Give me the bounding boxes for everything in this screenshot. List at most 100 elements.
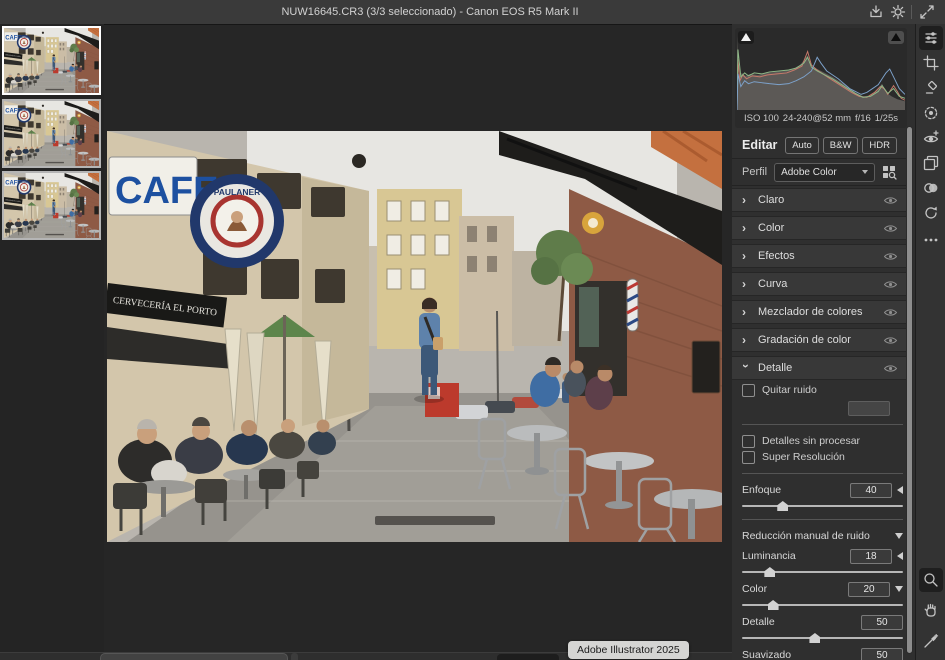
super-resolution-checkbox[interactable] bbox=[742, 451, 755, 464]
raw-details-checkbox[interactable] bbox=[742, 435, 755, 448]
denoise-label: Quitar ruido bbox=[762, 384, 817, 396]
section-label: Color bbox=[758, 222, 876, 234]
histogram: ISO 100 24-240@52 mm f/16 1/25s bbox=[735, 28, 907, 128]
exif-shutter: 1/25s bbox=[875, 113, 898, 124]
dock-item[interactable] bbox=[497, 654, 559, 660]
luminance-value[interactable]: 18 bbox=[850, 549, 892, 564]
detail-nr-row: Detalle 50 bbox=[742, 614, 903, 630]
eye-icon[interactable] bbox=[884, 280, 897, 289]
section-mezclador[interactable]: › Mezclador de colores bbox=[732, 300, 907, 324]
fullscreen-icon[interactable] bbox=[919, 4, 935, 20]
profile-select[interactable]: Adobe Color bbox=[774, 163, 875, 182]
sharpen-row: Enfoque 40 bbox=[742, 482, 903, 498]
super-resolution-row: Super Resolución bbox=[742, 449, 903, 465]
eye-icon[interactable] bbox=[884, 252, 897, 261]
profile-row: Perfil Adobe Color bbox=[732, 159, 907, 186]
eye-icon[interactable] bbox=[884, 308, 897, 317]
slider-track[interactable] bbox=[742, 637, 903, 639]
section-label: Efectos bbox=[758, 250, 876, 262]
red-eye-icon[interactable] bbox=[923, 130, 939, 146]
color-nr-slider[interactable] bbox=[742, 599, 903, 610]
slider-track[interactable] bbox=[742, 604, 903, 606]
exif-lens: 24-240@52 mm bbox=[783, 113, 851, 124]
dock-item[interactable] bbox=[291, 653, 298, 660]
panel-scrollbar[interactable] bbox=[906, 126, 913, 654]
luminance-label: Luminancia bbox=[742, 550, 845, 562]
titlebar-divider bbox=[911, 5, 912, 19]
thumbnail-2[interactable] bbox=[2, 99, 101, 168]
section-label: Gradación de color bbox=[758, 334, 876, 346]
section-color[interactable]: › Color bbox=[732, 216, 907, 240]
heal-icon[interactable] bbox=[923, 80, 939, 96]
presets-icon[interactable] bbox=[923, 155, 939, 171]
collapse-left-icon[interactable] bbox=[897, 486, 903, 494]
slider-track[interactable] bbox=[742, 505, 903, 507]
zoom-tool-icon[interactable] bbox=[923, 572, 939, 588]
chevron-down-icon bbox=[862, 170, 868, 174]
sharpen-label: Enfoque bbox=[742, 484, 845, 496]
smoothness-value[interactable]: 50 bbox=[861, 648, 903, 660]
section-detalle-header[interactable]: › Detalle bbox=[732, 356, 907, 380]
dock-item[interactable] bbox=[100, 653, 288, 660]
color-nr-value[interactable]: 20 bbox=[848, 582, 890, 597]
collapse-down-icon[interactable] bbox=[895, 586, 903, 592]
section-label: Curva bbox=[758, 278, 876, 290]
crop-icon[interactable] bbox=[923, 55, 939, 71]
edit-panel: ISO 100 24-240@52 mm f/16 1/25s Editar A… bbox=[732, 24, 915, 660]
divider bbox=[742, 519, 903, 520]
tool-column bbox=[915, 24, 945, 660]
auto-button[interactable]: Auto bbox=[785, 137, 819, 154]
denoise-checkbox[interactable] bbox=[742, 384, 755, 397]
profile-browser-icon[interactable] bbox=[882, 165, 897, 180]
slider-thumb[interactable] bbox=[764, 567, 775, 577]
edit-title: Editar bbox=[742, 138, 777, 152]
export-icon[interactable] bbox=[868, 4, 884, 20]
sharpen-slider[interactable] bbox=[742, 500, 903, 511]
section-claro[interactable]: › Claro bbox=[732, 188, 907, 212]
collapse-left-icon[interactable] bbox=[897, 552, 903, 560]
eye-icon[interactable] bbox=[884, 364, 897, 373]
edit-sliders-icon[interactable] bbox=[923, 30, 939, 46]
exif-info: ISO 100 24-240@52 mm f/16 1/25s bbox=[735, 111, 907, 126]
histogram-curves bbox=[737, 30, 905, 110]
thumbnail-1[interactable] bbox=[2, 26, 101, 95]
chevron-right-icon: › bbox=[742, 222, 750, 234]
eye-icon[interactable] bbox=[884, 196, 897, 205]
luminance-slider[interactable] bbox=[742, 566, 903, 577]
color-nr-row: Color 20 bbox=[742, 581, 903, 597]
edit-header: Editar Auto B&W HDR bbox=[732, 132, 907, 159]
raw-details-label: Detalles sin procesar bbox=[762, 435, 860, 447]
detail-nr-value[interactable]: 50 bbox=[861, 615, 903, 630]
main-photo-preview[interactable] bbox=[107, 131, 722, 542]
detail-nr-slider[interactable] bbox=[742, 632, 903, 643]
section-efectos[interactable]: › Efectos bbox=[732, 244, 907, 268]
hand-tool-icon[interactable] bbox=[923, 602, 939, 618]
profile-value: Adobe Color bbox=[781, 167, 837, 178]
color-nr-label: Color bbox=[742, 583, 843, 595]
slider-thumb[interactable] bbox=[768, 600, 779, 610]
slider-thumb[interactable] bbox=[809, 633, 820, 643]
detail-nr-label: Detalle bbox=[742, 616, 856, 628]
luminance-row: Luminancia 18 bbox=[742, 548, 903, 564]
bw-button[interactable]: B&W bbox=[823, 137, 859, 154]
manual-nr-header[interactable]: Reducción manual de ruido bbox=[742, 528, 903, 544]
divider bbox=[742, 473, 903, 474]
versions-icon[interactable] bbox=[923, 205, 939, 221]
chevron-right-icon: › bbox=[742, 250, 750, 262]
eyedropper-icon[interactable] bbox=[923, 633, 939, 649]
eye-icon[interactable] bbox=[884, 224, 897, 233]
thumbnail-3[interactable] bbox=[2, 171, 101, 240]
collapse-down-icon[interactable] bbox=[895, 533, 903, 539]
hdr-button[interactable]: HDR bbox=[862, 137, 897, 154]
mask-icon[interactable] bbox=[923, 105, 939, 121]
section-curva[interactable]: › Curva bbox=[732, 272, 907, 296]
eye-icon[interactable] bbox=[884, 336, 897, 345]
slider-thumb[interactable] bbox=[777, 501, 788, 511]
profiles-icon[interactable] bbox=[923, 180, 939, 196]
more-options-icon[interactable] bbox=[923, 232, 939, 248]
super-resolution-label: Super Resolución bbox=[762, 451, 845, 463]
filmstrip bbox=[0, 24, 104, 660]
sharpen-value[interactable]: 40 bbox=[850, 483, 892, 498]
settings-gear-icon[interactable] bbox=[890, 4, 906, 20]
section-gradacion[interactable]: › Gradación de color bbox=[732, 328, 907, 352]
